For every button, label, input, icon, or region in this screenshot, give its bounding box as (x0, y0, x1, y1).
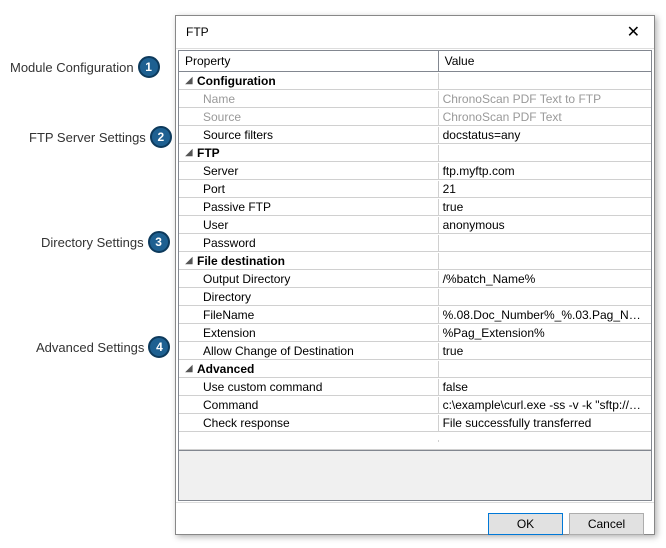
annotation-callout: Directory Settings 3 (41, 231, 170, 253)
property-name: Server (203, 164, 238, 178)
cancel-button[interactable]: Cancel (569, 513, 644, 535)
property-value[interactable] (439, 242, 651, 244)
property-row[interactable]: Name ChronoScan PDF Text to FTP (179, 90, 651, 108)
property-value[interactable]: anonymous (439, 217, 651, 233)
property-value[interactable]: false (439, 379, 651, 395)
header-property: Property (179, 51, 439, 71)
grid-body: ◢ConfigurationNameChronoScan PDF Text to… (179, 72, 651, 450)
property-row[interactable]: Check response File successfully transfer… (179, 414, 651, 432)
group-label: Configuration (197, 74, 276, 88)
dialog-buttons: OK Cancel (176, 502, 654, 545)
property-row[interactable]: Command c:\example\curl.exe -ss -v -k "sf… (179, 396, 651, 414)
chevron-down-icon[interactable]: ◢ (183, 75, 195, 86)
annotation-number: 1 (138, 56, 160, 78)
property-name: Port (203, 182, 225, 196)
property-name: Output Directory (203, 272, 290, 286)
property-row[interactable]: Extension %Pag_Extension% (179, 324, 651, 342)
close-icon[interactable]: ✕ (623, 22, 644, 42)
property-row[interactable]: Source ChronoScan PDF Text (179, 108, 651, 126)
annotation-callout: FTP Server Settings 2 (29, 126, 172, 148)
ftp-dialog: FTP ✕ Property Value ◢ConfigurationNameC… (175, 15, 655, 535)
grid-header: Property Value (179, 51, 651, 72)
titlebar: FTP ✕ (176, 16, 654, 49)
property-name: Directory (203, 290, 251, 304)
property-value: ChronoScan PDF Text (439, 109, 651, 125)
property-value[interactable]: /%batch_Name% (439, 271, 651, 287)
group-label: File destination (197, 254, 285, 268)
group-header[interactable]: ◢File destination (179, 252, 651, 270)
property-grid: Property Value ◢ConfigurationNameChronoS… (178, 50, 652, 501)
property-row[interactable]: Source filters docstatus=any (179, 126, 651, 144)
group-header[interactable]: ◢Advanced (179, 360, 651, 378)
group-header[interactable]: ◢FTP (179, 144, 651, 162)
property-name: Passive FTP (203, 200, 271, 214)
chevron-down-icon[interactable]: ◢ (183, 147, 195, 158)
property-name: Password (203, 236, 256, 250)
property-name: Use custom command (203, 380, 322, 394)
annotation-number: 3 (148, 231, 170, 253)
annotation-number: 2 (150, 126, 172, 148)
annotation-label: Module Configuration (10, 60, 134, 75)
annotation-label: Advanced Settings (36, 340, 144, 355)
property-row[interactable]: Directory (179, 288, 651, 306)
property-row[interactable]: FileName %.08.Doc_Number%_%.03.Pag_Number… (179, 306, 651, 324)
property-value: ChronoScan PDF Text to FTP (439, 91, 651, 107)
property-value[interactable]: true (439, 199, 651, 215)
property-row[interactable]: User anonymous (179, 216, 651, 234)
property-row[interactable]: Output Directory /%batch_Name% (179, 270, 651, 288)
group-label: Advanced (197, 362, 254, 376)
property-value[interactable] (439, 296, 651, 298)
property-name: Extension (203, 326, 256, 340)
property-value[interactable]: ftp.myftp.com (439, 163, 651, 179)
dialog-title: FTP (186, 25, 209, 39)
property-row[interactable]: Server ftp.myftp.com (179, 162, 651, 180)
header-value: Value (439, 51, 651, 71)
property-value[interactable]: File successfully transferred (439, 415, 651, 431)
property-name: Source filters (203, 128, 273, 142)
property-value[interactable]: %Pag_Extension% (439, 325, 651, 341)
property-row[interactable]: Password (179, 234, 651, 252)
property-value[interactable]: %.08.Doc_Number%_%.03.Pag_Number%_of... (439, 307, 651, 323)
grid-description-area (179, 450, 651, 500)
property-value[interactable]: c:\example\curl.exe -ss -v -k "sftp://%f… (439, 397, 651, 413)
property-name: User (203, 218, 228, 232)
property-name: Source (203, 110, 241, 124)
chevron-down-icon[interactable]: ◢ (183, 363, 195, 374)
annotation-label: Directory Settings (41, 235, 144, 250)
group-label: FTP (197, 146, 220, 160)
property-row[interactable]: Use custom command false (179, 378, 651, 396)
empty-row (179, 432, 651, 450)
property-row[interactable]: Port 21 (179, 180, 651, 198)
chevron-down-icon[interactable]: ◢ (183, 255, 195, 266)
annotation-label: FTP Server Settings (29, 130, 146, 145)
property-value[interactable]: true (439, 343, 651, 359)
property-row[interactable]: Allow Change of Destination true (179, 342, 651, 360)
property-name: Command (203, 398, 258, 412)
property-value[interactable]: docstatus=any (439, 127, 651, 143)
ok-button[interactable]: OK (488, 513, 563, 535)
property-name: Check response (203, 416, 290, 430)
property-value[interactable]: 21 (439, 181, 651, 197)
property-row[interactable]: Passive FTP true (179, 198, 651, 216)
property-name: Name (203, 92, 235, 106)
annotation-number: 4 (148, 336, 170, 358)
property-name: Allow Change of Destination (203, 344, 354, 358)
group-header[interactable]: ◢Configuration (179, 72, 651, 90)
property-name: FileName (203, 308, 254, 322)
annotation-callout: Module Configuration 1 (10, 56, 160, 78)
annotation-callout: Advanced Settings 4 (36, 336, 170, 358)
